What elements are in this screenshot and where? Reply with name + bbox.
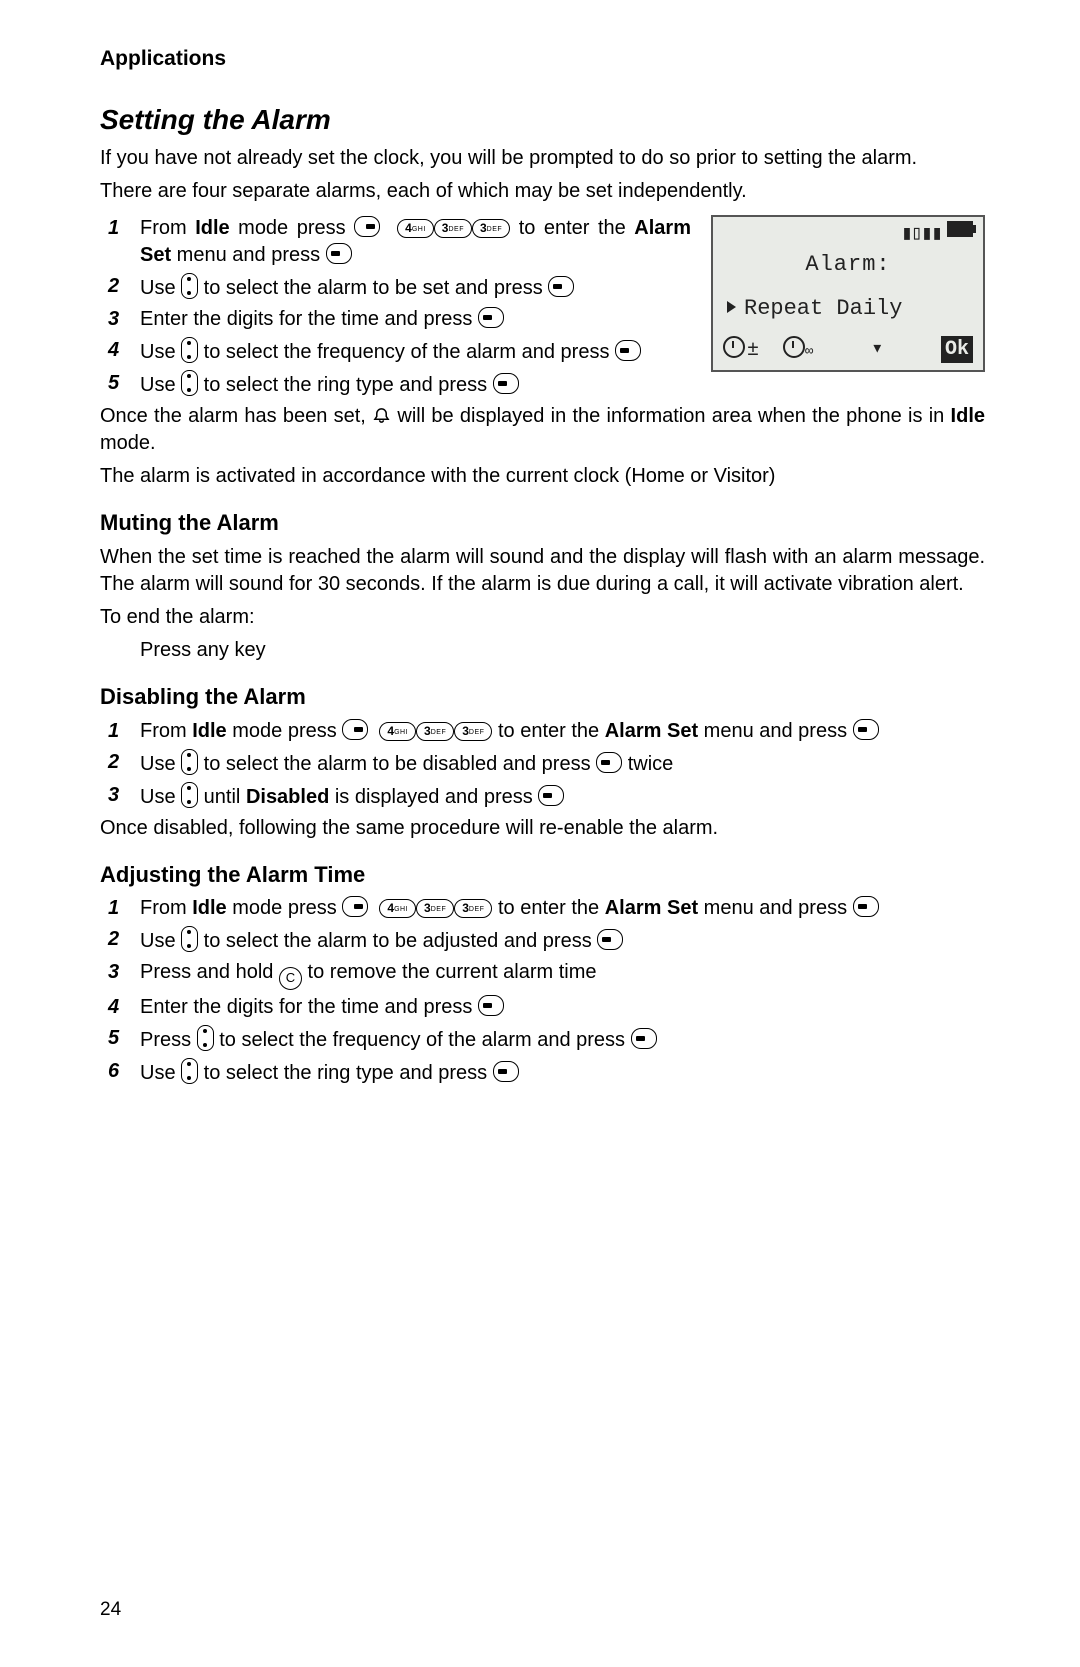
alarm-bell-icon	[372, 407, 391, 424]
chapter-title: Applications	[100, 45, 985, 73]
keypad-3-icon: 3DEF	[454, 899, 492, 918]
ok-key-icon	[597, 929, 623, 950]
manual-page: Applications Setting the Alarm If you ha…	[0, 0, 1080, 1667]
body-paragraph: To end the alarm:	[100, 604, 985, 631]
ok-key-icon	[548, 276, 574, 297]
step: Use until Disabled is displayed and pres…	[140, 782, 985, 811]
step: From Idle mode press 4GHI3DEF3DEF to ent…	[140, 895, 985, 922]
keypad-3-icon: 3DEF	[454, 722, 492, 741]
keypad-4-icon: 4GHI	[397, 219, 434, 238]
adjusting-steps: From Idle mode press 4GHI3DEF3DEF to ent…	[100, 895, 985, 1087]
step: Enter the digits for the time and press	[140, 306, 985, 333]
keypad-3-icon: 3DEF	[416, 722, 454, 741]
nav-key-icon	[181, 782, 198, 808]
after-paragraph: The alarm is activated in accordance wit…	[100, 463, 985, 490]
page-number: 24	[100, 1597, 121, 1623]
subsection-heading: Disabling the Alarm	[100, 682, 985, 712]
ok-key-icon	[853, 896, 879, 917]
menu-key-icon	[354, 216, 380, 237]
ok-key-icon	[853, 719, 879, 740]
keypad-3-icon: 3DEF	[416, 899, 454, 918]
intro-paragraph: If you have not already set the clock, y…	[100, 145, 985, 172]
keypad-4-icon: 4GHI	[379, 722, 416, 741]
step: Use to select the ring type and press	[140, 1058, 985, 1087]
nav-key-icon	[197, 1025, 214, 1051]
ok-key-icon	[615, 340, 641, 361]
section-heading: Setting the Alarm	[100, 101, 985, 139]
step: Use to select the frequency of the alarm…	[140, 337, 985, 366]
step: From Idle mode press 4GHI3DEF3DEF to ent…	[140, 215, 985, 269]
step: Use to select the ring type and press	[140, 370, 985, 399]
nav-key-icon	[181, 273, 198, 299]
body-paragraph: When the set time is reached the alarm w…	[100, 544, 985, 598]
ok-key-icon	[631, 1028, 657, 1049]
c-key-icon: C	[279, 967, 302, 990]
subsection-heading: Adjusting the Alarm Time	[100, 860, 985, 890]
setting-steps: From Idle mode press 4GHI3DEF3DEF to ent…	[100, 215, 985, 399]
nav-key-icon	[181, 337, 198, 363]
step: Enter the digits for the time and press	[140, 994, 985, 1021]
ok-key-icon	[596, 752, 622, 773]
nav-key-icon	[181, 370, 198, 396]
body-paragraph: Once disabled, following the same proced…	[100, 815, 985, 842]
intro-paragraph: There are four separate alarms, each of …	[100, 178, 985, 205]
step: Press to select the frequency of the ala…	[140, 1025, 985, 1054]
subsection-heading: Muting the Alarm	[100, 508, 985, 538]
nav-key-icon	[181, 1058, 198, 1084]
nav-key-icon	[181, 749, 198, 775]
ok-key-icon	[478, 307, 504, 328]
step: Use to select the alarm to be set and pr…	[140, 273, 985, 302]
ok-key-icon	[326, 243, 352, 264]
nav-key-icon	[181, 926, 198, 952]
step: Use to select the alarm to be adjusted a…	[140, 926, 985, 955]
step: Use to select the alarm to be disabled a…	[140, 749, 985, 778]
disabling-steps: From Idle mode press 4GHI3DEF3DEF to ent…	[100, 718, 985, 811]
menu-key-icon	[342, 719, 368, 740]
body-paragraph: Press any key	[100, 637, 985, 664]
keypad-3-icon: 3DEF	[472, 219, 510, 238]
ok-key-icon	[493, 373, 519, 394]
ok-key-icon	[538, 785, 564, 806]
keypad-4-icon: 4GHI	[379, 899, 416, 918]
after-paragraph: Once the alarm has been set, will be dis…	[100, 403, 985, 457]
keypad-3-icon: 3DEF	[434, 219, 472, 238]
step: From Idle mode press 4GHI3DEF3DEF to ent…	[140, 718, 985, 745]
ok-key-icon	[493, 1061, 519, 1082]
menu-key-icon	[342, 896, 368, 917]
ok-key-icon	[478, 995, 504, 1016]
step: Press and hold C to remove the current a…	[140, 959, 985, 990]
